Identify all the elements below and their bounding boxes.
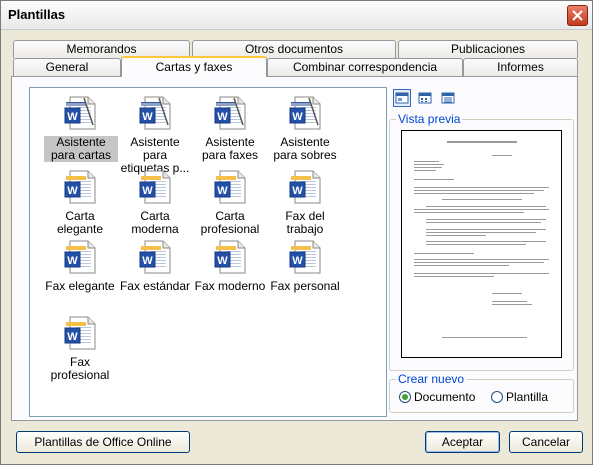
create-new-group: Crear nuevo Documento Plantilla — [389, 372, 574, 413]
template-radio[interactable] — [491, 391, 503, 403]
window-title: Plantillas — [8, 7, 66, 22]
office-online-templates-button[interactable]: Plantillas de Office Online — [16, 431, 190, 453]
list-view-button[interactable] — [416, 89, 434, 107]
wizard-doc-icon: W — [64, 96, 96, 130]
template-label: Carta moderna — [131, 209, 179, 236]
word-doc-icon: W — [64, 316, 96, 350]
wizard-doc-icon: W — [214, 96, 246, 130]
template-label: Fax profesional — [50, 355, 110, 382]
word-doc-icon: W — [64, 170, 96, 204]
document-radio[interactable] — [399, 391, 411, 403]
template-radio-label[interactable]: Plantilla — [506, 390, 548, 404]
close-icon — [572, 10, 583, 21]
title-bar[interactable]: Plantillas — [1, 1, 592, 30]
template-label: Fax estándar — [119, 279, 191, 293]
template-label: Fax elegante — [45, 279, 115, 293]
word-doc-icon: W — [64, 240, 96, 274]
details-view-icon — [441, 92, 455, 104]
tab-panel: W Asistente para cartas W Asistente para et… — [11, 76, 578, 421]
template-label: Fax moderno — [194, 279, 266, 293]
tab-general[interactable]: General — [13, 58, 121, 76]
wizard-doc-icon: W — [289, 96, 321, 130]
template-label: Carta profesional — [200, 209, 260, 236]
wizard-doc-icon: W — [139, 96, 171, 130]
template-label: Asistente para sobres — [273, 135, 337, 162]
details-view-button[interactable] — [439, 89, 457, 107]
word-doc-icon: W — [289, 240, 321, 274]
word-doc-icon: W — [214, 240, 246, 274]
svg-text:W: W — [67, 185, 78, 197]
word-doc-icon: W — [139, 240, 171, 274]
svg-text:W: W — [292, 185, 303, 197]
large-icons-view-button[interactable] — [393, 89, 411, 107]
word-doc-icon: W — [214, 170, 246, 204]
template-label: Asistente para cartas — [44, 136, 118, 162]
word-doc-icon: W — [289, 170, 321, 204]
large-icons-view-icon — [395, 92, 409, 104]
svg-text:W: W — [217, 255, 228, 267]
tab-combinar-correspondencia[interactable]: Combinar correspondencia — [267, 58, 463, 76]
svg-text:W: W — [142, 111, 153, 123]
template-label: Carta elegante — [56, 209, 104, 236]
preview-image — [401, 130, 562, 358]
list-view-icon — [418, 92, 432, 104]
create-new-legend: Crear nuevo — [396, 372, 467, 386]
document-radio-label[interactable]: Documento — [414, 390, 475, 404]
svg-text:W: W — [67, 331, 78, 343]
tab-informes[interactable]: Informes — [463, 58, 578, 76]
radio-selected-dot — [402, 394, 408, 400]
svg-text:W: W — [217, 185, 228, 197]
templates-dialog: Plantillas Memorandos Otros documentos P… — [0, 0, 593, 465]
svg-text:W: W — [292, 111, 303, 123]
svg-text:W: W — [142, 185, 153, 197]
svg-text:W: W — [67, 111, 78, 123]
tab-publicaciones[interactable]: Publicaciones — [398, 40, 578, 58]
svg-text:W: W — [217, 111, 228, 123]
template-label: Fax del trabajo — [285, 209, 325, 236]
template-list[interactable]: W Asistente para cartas W Asistente para et… — [29, 87, 387, 417]
preview-group: Vista previa — [389, 112, 574, 371]
svg-text:W: W — [292, 255, 303, 267]
template-label: Asistente para faxes — [201, 135, 259, 162]
word-doc-icon: W — [139, 170, 171, 204]
cancel-button[interactable]: Cancelar — [509, 431, 583, 453]
ok-button[interactable]: Aceptar — [425, 431, 500, 453]
tab-cartas-y-faxes[interactable]: Cartas y faxes — [121, 56, 267, 77]
svg-text:W: W — [67, 255, 78, 267]
close-button[interactable] — [567, 5, 588, 26]
svg-text:W: W — [142, 255, 153, 267]
template-label: Fax personal — [270, 279, 340, 293]
preview-legend: Vista previa — [396, 112, 463, 126]
